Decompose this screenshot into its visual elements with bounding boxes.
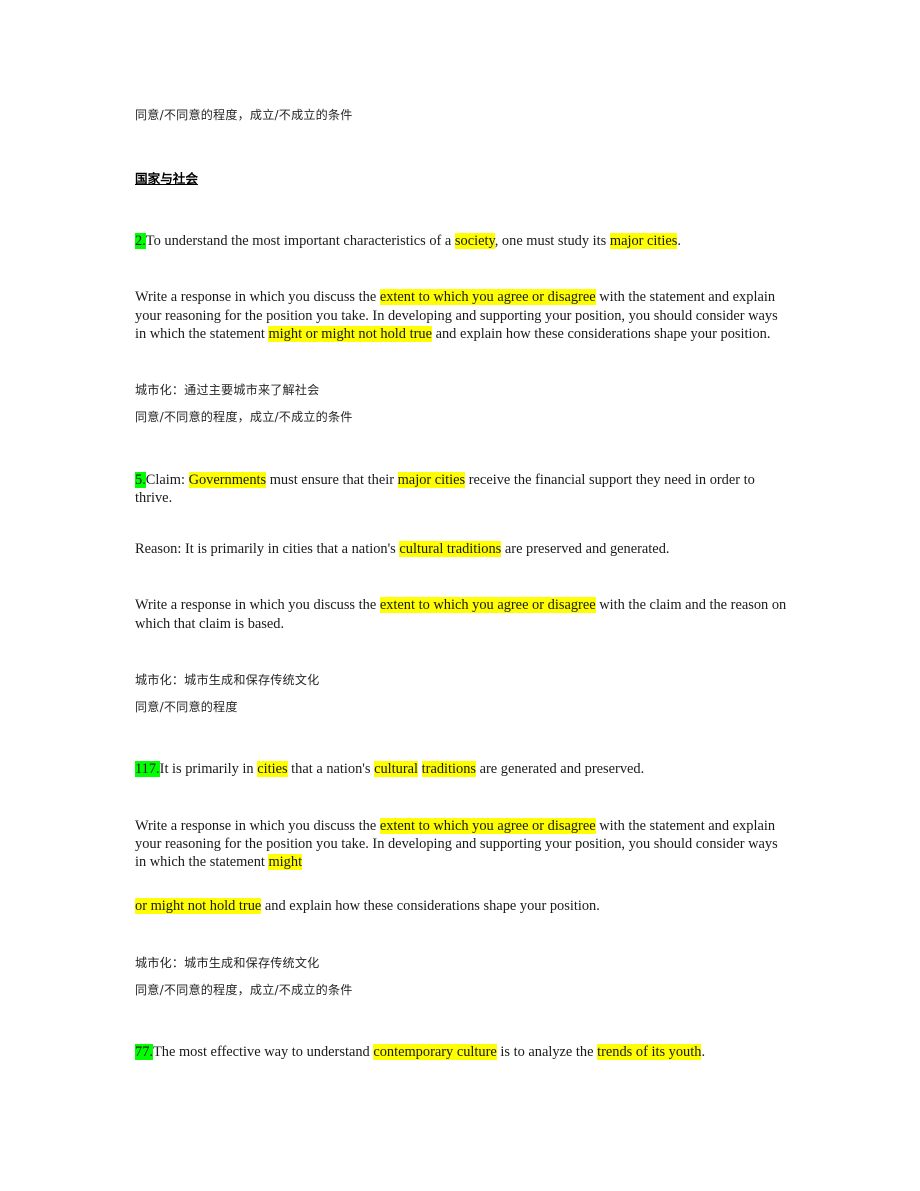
topic-77-statement: 77.The most effective way to understand … [135, 1043, 787, 1061]
section-heading-wrap: 国家与社会 [135, 168, 787, 188]
instruction-a-text-1: Write a response in which you discuss th… [135, 289, 380, 306]
topic-117-text-1: It is primarily in [159, 761, 258, 778]
topic-2-text-3: . [677, 233, 682, 250]
topic-5-reason: Reason: It is primarily in cities that a… [135, 540, 787, 558]
topic-77-text-1: The most effective way to understand [153, 1043, 374, 1060]
topic-5-statement: 5.Claim: Governments must ensure that th… [135, 471, 787, 508]
instruction-b: Write a response in which you discuss th… [135, 596, 787, 633]
instruction-b-text-1: Write a response in which you discuss th… [135, 597, 380, 614]
topic-5-text-1: Claim: [145, 471, 189, 488]
topic-2-highlight-society: society [454, 233, 495, 250]
top-note-line: 同意/不同意的程度，成立/不成立的条件 [135, 108, 353, 122]
topic-117-highlight-traditions: traditions [421, 761, 477, 778]
instruction-c-part-1: Write a response in which you discuss th… [135, 817, 787, 872]
topic-117-text-2: that a nation's [287, 761, 375, 778]
topic-117-statement: 117.It is primarily in cities that a nat… [135, 760, 787, 778]
topic-5-reason-text-2: are preserved and generated. [501, 541, 670, 558]
note-5-line-1: 城市化：城市生成和保存传统文化 [135, 672, 320, 687]
instruction-c-highlight-extent: extent to which you agree or disagree [379, 817, 596, 834]
instruction-c-highlight-might: might [268, 854, 303, 871]
topic-2-statement: 2.To understand the most important chara… [135, 232, 787, 250]
section-heading: 国家与社会 [135, 171, 198, 187]
note-117-line-1: 城市化：城市生成和保存传统文化 [135, 955, 320, 970]
topic-2-text-1: To understand the most important charact… [145, 233, 455, 250]
topic-number-5: 5. [135, 471, 146, 488]
topic-117-highlight-cultural: cultural [374, 761, 419, 778]
topic-5-highlight-cultural-traditions: cultural traditions [399, 541, 502, 558]
topic-77-text-3: . [701, 1043, 706, 1060]
instruction-a: Write a response in which you discuss th… [135, 288, 787, 343]
instruction-b-highlight-extent: extent to which you agree or disagree [379, 597, 596, 614]
topic-number-77: 77. [135, 1043, 153, 1060]
topic-number-2: 2. [135, 233, 146, 250]
topic-5-highlight-governments: Governments [188, 471, 267, 488]
topic-77-text-2: is to analyze the [496, 1043, 598, 1060]
topic-5-text-2: must ensure that their [266, 471, 398, 488]
instruction-a-highlight-hold-true: might or might not hold true [268, 325, 432, 342]
topic-5-highlight-major-cities: major cities [397, 471, 466, 488]
instruction-a-text-3: and explain how these considerations sha… [431, 325, 771, 342]
instruction-c-text-1: Write a response in which you discuss th… [135, 817, 380, 834]
topic-77-highlight-contemporary-culture: contemporary culture [373, 1043, 497, 1060]
note-2-line-2: 同意/不同意的程度，成立/不成立的条件 [135, 410, 353, 425]
topic-number-117: 117. [135, 761, 160, 778]
topic-2-highlight-major-cities: major cities [609, 233, 678, 250]
topic-117-highlight-cities: cities [257, 761, 288, 778]
instruction-c-highlight-or-might-not: or might not hold true [135, 898, 262, 915]
topic-2-text-2: , one must study its [494, 233, 610, 250]
document-body: 同意/不同意的程度，成立/不成立的条件 国家与社会 2.To understan… [135, 106, 787, 1061]
note-5-line-2: 同意/不同意的程度 [135, 700, 238, 715]
topic-117-text-4: are generated and preserved. [476, 761, 645, 778]
document-page: 同意/不同意的程度，成立/不成立的条件 国家与社会 2.To understan… [0, 0, 920, 1191]
topic-77-highlight-trends-of-its-youth: trends of its youth [597, 1043, 702, 1060]
note-117-line-2: 同意/不同意的程度，成立/不成立的条件 [135, 982, 353, 997]
note-2-line-1: 城市化：通过主要城市来了解社会 [135, 383, 320, 398]
topic-5-reason-text-1: Reason: It is primarily in cities that a… [135, 541, 400, 558]
instruction-c-part-2: or might not hold true and explain how t… [135, 897, 787, 915]
instruction-c-text-4: and explain how these considerations sha… [261, 898, 600, 915]
instruction-a-highlight-extent: extent to which you agree or disagree [379, 289, 596, 306]
